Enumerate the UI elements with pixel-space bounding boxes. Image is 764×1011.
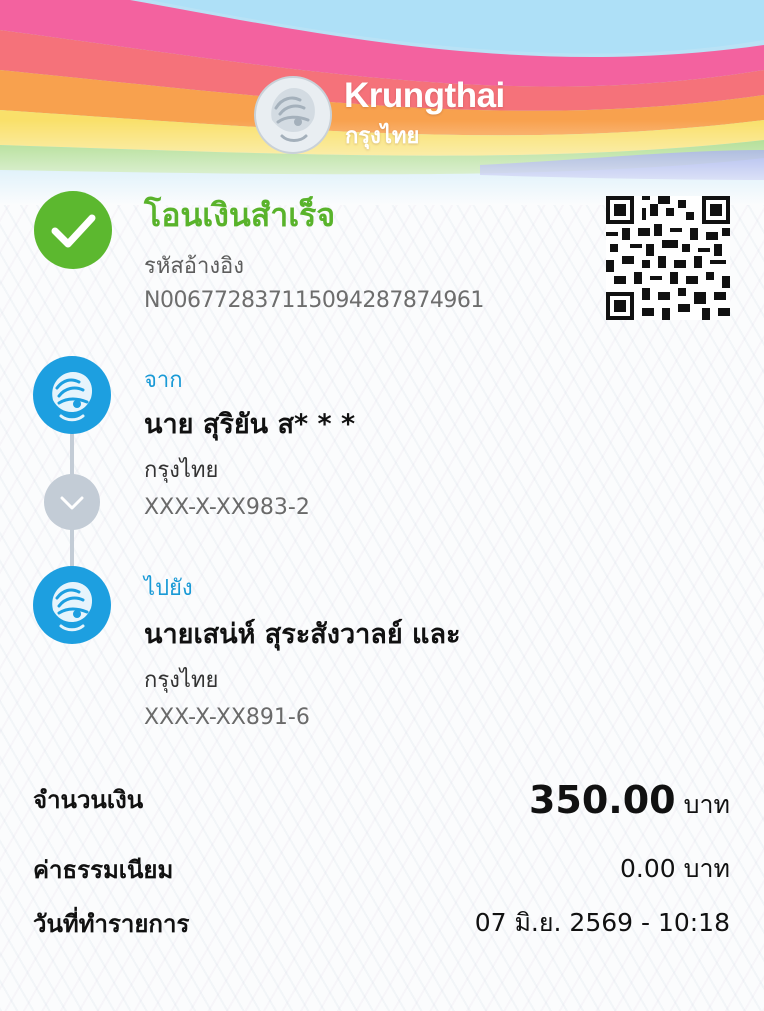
to-bank-avatar xyxy=(33,566,111,644)
amount-label: จำนวนเงิน xyxy=(33,786,144,814)
timeline-connector xyxy=(70,528,74,568)
fee-label: ค่าธรรมเนียม xyxy=(33,856,174,884)
timeline-connector xyxy=(70,432,74,476)
date-value: 07 มิ.ย. 2569 - 10:18 xyxy=(474,908,730,937)
check-circle-icon xyxy=(34,191,112,269)
brand-name-th: กรุงไทย xyxy=(345,124,420,149)
to-label: ไปยัง xyxy=(144,576,193,601)
from-bank: กรุงไทย xyxy=(144,458,219,483)
krungthai-logo-icon xyxy=(254,76,332,154)
amount-value: 350.00 xyxy=(528,778,676,822)
krungthai-bird-icon xyxy=(52,582,93,632)
from-account: XXX-X-XX983-2 xyxy=(144,495,310,520)
header-banner: Krungthai กรุงไทย xyxy=(0,0,764,205)
to-account: XXX-X-XX891-6 xyxy=(144,705,310,730)
date-label: วันที่ทำรายการ xyxy=(33,910,190,938)
amount-unit: บาท xyxy=(683,790,730,819)
reference-label: รหัสอ้างอิง xyxy=(144,254,245,279)
chevron-down-icon xyxy=(60,496,84,510)
to-name: นายเสน่ห์ สุระสังวาลย์ และ xyxy=(144,619,461,650)
qr-code-icon[interactable] xyxy=(606,196,730,320)
amount-value-group: 350.00 บาท xyxy=(529,778,730,825)
brand-name-en: Krungthai xyxy=(344,76,505,115)
from-label: จาก xyxy=(144,368,183,393)
from-name: นาย สุริยัน ส* * * xyxy=(144,409,356,440)
fee-value: 0.00 บาท xyxy=(620,854,730,883)
from-bank-avatar xyxy=(33,356,111,434)
krungthai-bird-icon xyxy=(52,372,93,422)
reference-code: N006772837115094287874961 xyxy=(144,288,484,313)
status-title: โอนเงินสำเร็จ xyxy=(144,196,336,234)
transfer-direction xyxy=(44,474,100,530)
to-bank: กรุงไทย xyxy=(144,668,219,693)
